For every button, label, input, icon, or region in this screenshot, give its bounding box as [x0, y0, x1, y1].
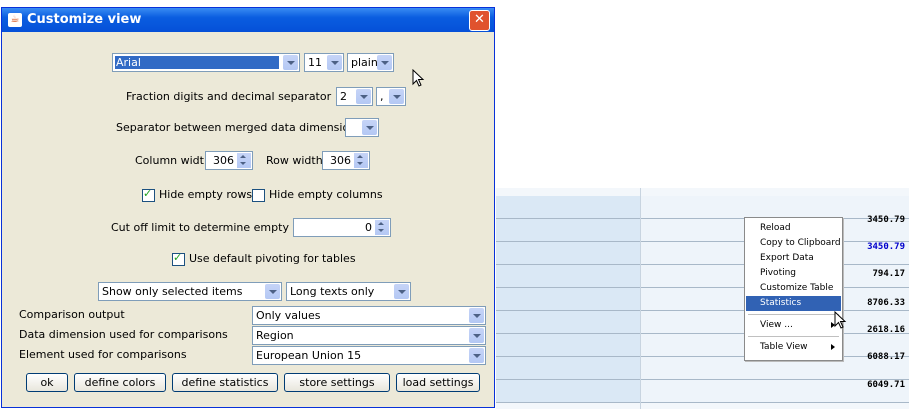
- column-width-label: Column width: [135, 154, 211, 167]
- menu-item-customize-table[interactable]: Customize Table: [746, 281, 841, 296]
- table-row: [496, 242, 909, 264]
- row-width-label: Row width: [266, 154, 323, 167]
- table-cell-value: 6049.71: [867, 380, 905, 390]
- font-family-select[interactable]: Arial: [112, 53, 300, 72]
- table-cell-value: 3450.79: [867, 242, 905, 252]
- table-cell-value: 794.17: [872, 269, 905, 279]
- chevron-down-icon[interactable]: [362, 120, 377, 135]
- font-style-select[interactable]: plain: [347, 53, 394, 72]
- decimal-separator-select[interactable]: ,: [376, 87, 406, 106]
- show-items-select[interactable]: Show only selected items: [98, 282, 282, 301]
- column-width-spinner[interactable]: 306: [205, 151, 253, 170]
- table-cell-value: 8706.33: [867, 298, 905, 308]
- table-row: [496, 380, 909, 402]
- fraction-digits-label: Fraction digits and decimal separator: [126, 90, 332, 103]
- chevron-down-icon[interactable]: [394, 284, 409, 299]
- submenu-arrow-icon: [831, 344, 835, 350]
- table-row: [496, 219, 909, 241]
- table-row: [496, 196, 909, 218]
- chevron-down-icon[interactable]: [469, 308, 484, 323]
- chevron-down-icon[interactable]: [377, 55, 392, 70]
- cutoff-label: Cut off limit to determine empty cells: [111, 221, 318, 234]
- define-statistics-button[interactable]: define statistics: [172, 373, 278, 392]
- mouse-cursor-icon: [412, 69, 425, 87]
- dialog-title: Customize view: [27, 12, 142, 27]
- table-cell-value: 3450.79: [867, 215, 905, 225]
- long-texts-select[interactable]: Long texts only: [286, 282, 411, 301]
- row-width-spinner[interactable]: 306: [322, 151, 370, 170]
- table-row: [496, 357, 909, 379]
- comparison-output-label: Comparison output: [19, 308, 125, 321]
- comparison-output-value: Only values: [256, 309, 321, 322]
- spinner-arrows-icon[interactable]: [375, 220, 389, 235]
- chevron-down-icon[interactable]: [327, 55, 342, 70]
- show-items-value: Show only selected items: [102, 285, 243, 298]
- hide-empty-columns-checkbox[interactable]: [252, 189, 265, 202]
- chevron-down-icon[interactable]: [356, 89, 371, 104]
- ok-button[interactable]: ok: [26, 373, 68, 392]
- menu-item-table-view-label: Table View: [760, 342, 808, 352]
- spinner-arrows-icon[interactable]: [354, 153, 368, 168]
- chevron-down-icon[interactable]: [265, 284, 280, 299]
- long-texts-value: Long texts only: [290, 285, 375, 298]
- define-colors-button[interactable]: define colors: [74, 373, 166, 392]
- chevron-down-icon[interactable]: [469, 328, 484, 343]
- table-row: [496, 334, 909, 356]
- merged-separator-select[interactable]: [345, 118, 379, 137]
- element-compare-label: Element used for comparisons: [19, 348, 187, 361]
- font-size-value: 11: [308, 56, 322, 69]
- data-dimension-select[interactable]: Region: [252, 326, 486, 345]
- customize-view-dialog: ☕ Customize view ✕ Arial 11 plain Fracti…: [1, 7, 495, 408]
- menu-separator: [748, 336, 839, 337]
- decimal-separator-value: ,: [380, 90, 384, 103]
- data-dimension-label: Data dimension used for comparisons: [19, 328, 228, 341]
- cutoff-value: 0: [365, 221, 372, 234]
- background-table: 3450.79 3450.79 794.17 8706.33 2618.16 6…: [496, 188, 909, 409]
- merged-separator-label: Separator between merged data dimensions: [116, 121, 362, 134]
- menu-item-reload[interactable]: Reload: [746, 221, 841, 236]
- spinner-arrows-icon[interactable]: [237, 153, 251, 168]
- row-width-value: 306: [330, 154, 351, 167]
- element-compare-select[interactable]: European Union 15: [252, 346, 486, 365]
- table-row: [496, 265, 909, 287]
- font-size-select[interactable]: 11: [304, 53, 344, 72]
- load-settings-button[interactable]: load settings: [396, 373, 480, 392]
- comparison-output-select[interactable]: Only values: [252, 306, 486, 325]
- cutoff-spinner[interactable]: 0: [293, 218, 391, 237]
- menu-separator: [748, 314, 839, 315]
- java-app-icon: ☕: [8, 13, 22, 27]
- table-row: [496, 288, 909, 310]
- column-width-value: 306: [213, 154, 234, 167]
- menu-item-pivoting[interactable]: Pivoting: [746, 266, 841, 281]
- table-cell-value: 2618.16: [867, 325, 905, 335]
- title-bar[interactable]: ☕ Customize view ✕: [2, 8, 494, 32]
- menu-item-export-data[interactable]: Export Data: [746, 251, 841, 266]
- menu-item-copy-to-clipboard[interactable]: Copy to Clipboard: [746, 236, 841, 251]
- menu-item-view[interactable]: View ...: [746, 318, 841, 333]
- element-compare-value: European Union 15: [256, 349, 362, 362]
- fraction-digits-select[interactable]: 2: [336, 87, 373, 106]
- default-pivoting-label: Use default pivoting for tables: [189, 252, 356, 265]
- font-style-value: plain: [351, 56, 378, 69]
- menu-item-view-label: View ...: [760, 320, 793, 330]
- menu-item-statistics[interactable]: Statistics: [746, 296, 841, 311]
- store-settings-button[interactable]: store settings: [284, 373, 390, 392]
- default-pivoting-checkbox[interactable]: [172, 251, 185, 266]
- close-button[interactable]: ✕: [469, 10, 490, 31]
- chevron-down-icon[interactable]: [469, 348, 484, 363]
- hide-empty-rows-checkbox[interactable]: [142, 187, 155, 202]
- font-family-value: Arial: [116, 56, 141, 69]
- data-dimension-value: Region: [256, 329, 294, 342]
- hide-empty-rows-label: Hide empty rows: [159, 188, 253, 201]
- fraction-digits-value: 2: [340, 90, 347, 103]
- hide-empty-columns-label: Hide empty columns: [269, 188, 383, 201]
- mouse-cursor-icon: [834, 311, 847, 329]
- chevron-down-icon[interactable]: [283, 55, 298, 70]
- context-menu: Reload Copy to Clipboard Export Data Piv…: [744, 217, 843, 361]
- chevron-down-icon[interactable]: [389, 89, 404, 104]
- table-cell-value: 6088.17: [867, 352, 905, 362]
- menu-item-table-view[interactable]: Table View: [746, 340, 841, 355]
